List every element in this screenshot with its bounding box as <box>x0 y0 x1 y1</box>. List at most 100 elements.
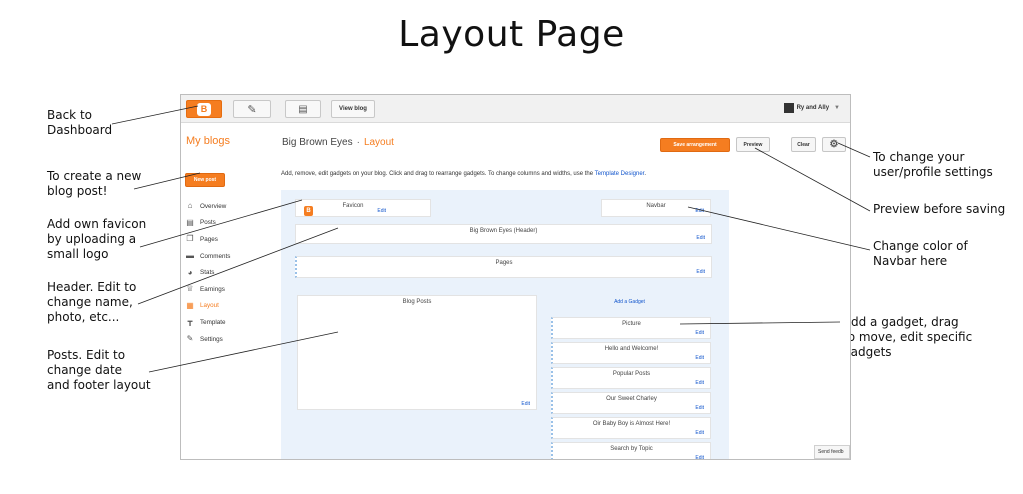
page-title: Big Brown Eyes · Layout <box>282 137 394 148</box>
home-icon: ⌂ <box>187 201 193 211</box>
save-arrangement-button[interactable]: Save arrangement <box>660 138 730 152</box>
user-name: Ry and Ally <box>796 105 830 111</box>
annotation-header: Header. Edit to change name, photo, etc.… <box>47 280 137 324</box>
chevron-down-icon: ▼ <box>834 105 840 111</box>
gadget-title: Picture <box>622 321 641 327</box>
gadget-title: Navbar <box>646 203 666 209</box>
sidebar-item-pages[interactable]: ❐ Pages <box>185 231 265 248</box>
view-blog-button[interactable]: View blog <box>331 100 375 118</box>
gadget-title: Oir Baby Boy is Almost Here! <box>592 421 671 427</box>
gadget-title: Favicon <box>342 203 364 209</box>
posts-icon: ▤ <box>298 103 308 115</box>
sidebar-item-label: Settings <box>200 335 223 343</box>
layout-icon: ▦ <box>186 300 194 310</box>
help-text: Add, remove, edit gadgets on your blog. … <box>281 171 594 177</box>
blogger-screenshot: B ✎ ▤ View blog Ry and Ally ▼ My blogs B… <box>180 94 851 460</box>
annotation-user-settings: To change your user/profile settings <box>873 150 993 179</box>
gadget-edit-link[interactable]: Edit <box>695 430 704 436</box>
sidebar-item-overview[interactable]: ⌂ Overview <box>185 198 265 215</box>
blog-posts-gadget[interactable]: Blog Posts Edit <box>297 295 537 410</box>
navbar-edit-link[interactable]: Edit <box>695 208 704 214</box>
top-bar: B ✎ ▤ View blog Ry and Ally ▼ <box>181 95 850 123</box>
stats-icon: ◕ <box>187 267 193 277</box>
sidebar-item-layout[interactable]: ▦ Layout <box>185 298 265 315</box>
help-text-end: . <box>644 171 647 177</box>
sidebar-item-label: Overview <box>200 202 227 210</box>
new-post-pencil-button[interactable]: ✎ <box>233 100 271 118</box>
annotation-back-to-dashboard: Back to Dashboard <box>47 108 113 137</box>
sidebar-gadget-picture[interactable]: Picture Edit <box>551 317 711 339</box>
user-menu[interactable]: Ry and Ally ▼ <box>783 103 840 113</box>
view-posts-button[interactable]: ▤ <box>285 100 321 118</box>
gear-icon: ⚙ <box>829 139 839 150</box>
header-edit-link[interactable]: Edit <box>696 235 705 241</box>
sidebar-item-label: Posts <box>200 219 216 227</box>
sidebar-gadget-popular-posts[interactable]: Popular Posts Edit <box>551 367 711 389</box>
new-post-button[interactable]: New post <box>185 173 225 187</box>
favicon-edit-link[interactable]: Edit <box>377 208 386 214</box>
blog-name: Big Brown Eyes <box>282 137 353 148</box>
pages-edit-link[interactable]: Edit <box>696 269 705 275</box>
sidebar-item-label: Earnings <box>200 285 225 293</box>
annotation-navbar: Change color of Navbar here <box>873 239 968 268</box>
gadget-edit-link[interactable]: Edit <box>695 380 704 386</box>
sidebar-item-label: Stats <box>200 269 215 277</box>
gadget-edit-link[interactable]: Edit <box>695 355 704 361</box>
sidebar-item-comments[interactable]: ▬ Comments <box>185 248 265 265</box>
section-name: Layout <box>363 137 394 148</box>
gadget-title: Big Brown Eyes (Header) <box>469 228 538 234</box>
annotation-new-post: To create a new blog post! <box>47 169 142 198</box>
annotation-gadget: Add a gadget, drag to move, edit specifi… <box>843 315 973 359</box>
settings-gear-button[interactable]: ⚙ <box>822 137 846 152</box>
annotation-preview: Preview before saving <box>873 202 1006 216</box>
pages-gadget[interactable]: Pages Edit <box>295 256 712 278</box>
sidebar-item-label: Pages <box>200 235 218 243</box>
gadget-edit-link[interactable]: Edit <box>695 330 704 336</box>
gadget-title: Pages <box>495 260 513 266</box>
clear-button[interactable]: Clear <box>791 137 816 152</box>
gadget-title: Blog Posts <box>402 299 432 305</box>
template-designer-link[interactable]: Template Designer <box>595 171 645 177</box>
sidebar-item-posts[interactable]: ▤ Posts <box>185 215 265 232</box>
sidebar-gadget-hello[interactable]: Hello and Welcome! Edit <box>551 342 711 364</box>
sidebar-item-stats[interactable]: ◕ Stats <box>185 264 265 281</box>
dashboard-button[interactable]: B <box>186 100 222 118</box>
avatar <box>783 103 794 113</box>
annotation-favicon: Add own favicon by uploading a small log… <box>47 217 147 261</box>
sidebar-gadget-charley[interactable]: Our Sweet Charley Edit <box>551 392 711 414</box>
comments-icon: ▬ <box>186 251 194 261</box>
title-separator: · <box>356 137 360 148</box>
gadget-title: Hello and Welcome! <box>604 346 659 352</box>
blog-posts-edit-link[interactable]: Edit <box>521 401 530 407</box>
gadget-edit-link[interactable]: Edit <box>695 405 704 411</box>
send-feedback-button[interactable]: Send feedb <box>814 445 850 459</box>
favicon-gadget[interactable]: B Favicon Edit <box>295 199 431 217</box>
gadget-title: Popular Posts <box>612 371 651 377</box>
earnings-icon: ♕ <box>186 284 194 294</box>
pages-icon: ❐ <box>186 234 194 244</box>
sidebar-item-label: Template <box>200 318 226 326</box>
sidebar-gadget-baby-boy[interactable]: Oir Baby Boy is Almost Here! Edit <box>551 417 711 439</box>
gadget-title: Search by Topic <box>610 446 653 452</box>
sidebar-gadget-search[interactable]: Search by Topic Edit <box>551 442 711 459</box>
my-blogs-link[interactable]: My blogs <box>186 135 230 147</box>
navbar-gadget[interactable]: Navbar Edit <box>601 199 711 217</box>
wrench-icon: ✎ <box>186 334 194 344</box>
gadget-title: Our Sweet Charley <box>606 396 657 402</box>
add-gadget-link[interactable]: Add a Gadget <box>551 295 708 309</box>
sidebar-item-settings[interactable]: ✎ Settings <box>185 331 265 348</box>
template-icon: ┳ <box>187 317 193 327</box>
gadget-edit-link[interactable]: Edit <box>695 455 704 459</box>
sidebar-item-template[interactable]: ┳ Template <box>185 314 265 331</box>
preview-button[interactable]: Preview <box>736 137 770 152</box>
sidebar-nav: ⌂ Overview ▤ Posts ❐ Pages ▬ Comments ◕ … <box>185 198 265 347</box>
pencil-icon: ✎ <box>247 103 257 116</box>
blogger-logo-icon: B <box>197 102 211 116</box>
posts-icon: ▤ <box>186 217 194 227</box>
sidebar-item-earnings[interactable]: ♕ Earnings <box>185 281 265 298</box>
header-gadget[interactable]: Big Brown Eyes (Header) Edit <box>295 224 712 244</box>
sidebar-item-label: Layout <box>200 302 219 310</box>
sidebar-item-label: Comments <box>200 252 231 260</box>
slide-title: Layout Page <box>398 14 625 55</box>
layout-help-text: Add, remove, edit gadgets on your blog. … <box>281 171 646 177</box>
